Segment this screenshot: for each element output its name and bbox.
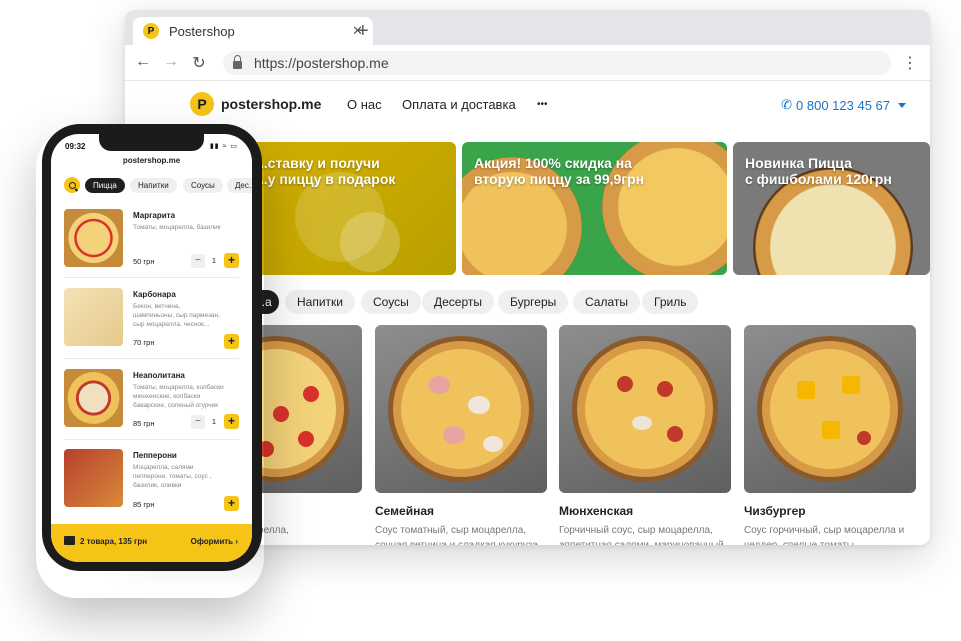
url-text: https://postershop.me (254, 55, 389, 71)
nav-more-icon[interactable]: ••• (537, 99, 548, 110)
list-item[interactable]: Маргарита Томаты, моцарелла, базилик 50 … (64, 209, 244, 279)
forward-icon[interactable]: → (161, 53, 181, 71)
favicon-icon: P (143, 23, 159, 39)
decrease-button[interactable]: − (191, 415, 205, 429)
list-item[interactable]: Карбонара Бекон, ветчина, шампиньоны, сы… (64, 288, 244, 358)
category-drinks[interactable]: Напитки (285, 290, 355, 314)
phone-icon: ✆ (781, 97, 793, 112)
browser-tab[interactable]: P Postershop ✕ (133, 17, 373, 45)
add-button[interactable]: + (224, 334, 239, 349)
product-image (64, 209, 123, 267)
product-desc: Горчичный соус, сыр моцарелла, аппетитна… (559, 525, 724, 545)
banner-text: Новинка Пицца с фишболами 120грн (745, 155, 892, 187)
product-title: Пепперони (133, 451, 177, 460)
status-icons: ▮▮ ≈ ▭ (209, 143, 238, 150)
product-price: 70 грн (133, 338, 155, 347)
banner-text: Акция! 100% скидка на вторую пиццу за 99… (474, 155, 645, 187)
phone-number: 0 800 123 45 67 (796, 97, 890, 113)
banner-text: ...ставку и получи ...у пиццу в подарок (256, 155, 396, 187)
category-burgers[interactable]: Бургеры (498, 290, 569, 314)
new-tab-icon[interactable]: + (357, 19, 369, 43)
mobile-category-sauces[interactable]: Соусы (183, 178, 223, 193)
browser-toolbar: ← → ↻ https://postershop.me ⋮ (125, 45, 930, 81)
promo-banner-new[interactable]: Новинка Пицца с фишболами 120грн (733, 142, 930, 275)
product-desc: Соус горчичный, сыр моцарелла и чеддер, … (744, 525, 905, 545)
product-title: Семейная (375, 504, 435, 518)
product-card[interactable]: Мюнхенская Горчичный соус, сыр моцарелла… (559, 325, 731, 545)
product-title: Маргарита (133, 211, 176, 220)
nav-about[interactable]: О нас (347, 97, 382, 112)
cart-icon (64, 536, 75, 545)
category-sauces[interactable]: Соусы (361, 290, 421, 314)
increase-button[interactable]: + (224, 253, 239, 268)
site-header: P postershop.me О нас Оплата и доставка … (125, 82, 930, 132)
list-item[interactable]: Неаполитана Томаты, моцарелла, колбаски … (64, 369, 244, 439)
phone-link[interactable]: ✆ 0 800 123 45 67 (781, 97, 906, 113)
divider (64, 277, 239, 278)
product-price: 85 грн (133, 500, 155, 509)
category-desserts[interactable]: Десерты (422, 290, 495, 314)
divider (64, 358, 239, 359)
nav-payment-delivery[interactable]: Оплата и доставка (402, 97, 516, 112)
quantity-value: 1 (211, 417, 217, 426)
list-item[interactable]: Пепперони Моцарелла, салями пепперони, т… (64, 449, 244, 519)
product-image (559, 325, 731, 493)
product-price: 50 грн (133, 257, 155, 266)
category-salads[interactable]: Салаты (573, 290, 641, 314)
product-image (744, 325, 916, 493)
increase-button[interactable]: + (224, 414, 239, 429)
checkout-button[interactable]: Оформить › (191, 537, 238, 546)
menu-kebab-icon[interactable]: ⋮ (902, 53, 918, 73)
product-title: Чизбургер (744, 504, 806, 518)
address-bar[interactable]: https://postershop.me (223, 51, 891, 75)
reload-icon[interactable]: ↻ (189, 53, 209, 73)
product-desc: Томаты, моцарелла, базилик (133, 224, 221, 231)
mobile-category-desserts[interactable]: Дес... (227, 178, 252, 193)
promo-banner-discount[interactable]: Акция! 100% скидка на вторую пиццу за 99… (462, 142, 727, 275)
product-desc: Бекон, ветчина, шампиньоны, сыр пармезан… (133, 303, 220, 328)
product-image (64, 288, 123, 346)
product-card[interactable]: Чизбургер Соус горчичный, сыр моцарелла … (744, 325, 916, 545)
cart-summary: 2 товара, 135 грн (80, 537, 148, 546)
lock-icon (233, 54, 242, 69)
product-image (64, 369, 123, 427)
mobile-site-title: postershop.me (122, 156, 181, 165)
quantity-value: 1 (211, 256, 217, 265)
phone-notch (99, 134, 204, 151)
status-time: 09:32 (65, 142, 86, 151)
product-card[interactable]: Семейная Соус томатный, сыр моцарелла, с… (375, 325, 547, 545)
product-desc: Соус томатный, сыр моцарелла, сочная вет… (375, 525, 541, 545)
product-title: Карбонара (133, 290, 176, 299)
product-image (64, 449, 123, 507)
decrease-button[interactable]: − (191, 254, 205, 268)
product-price: 85 грн (133, 419, 155, 428)
logo-text[interactable]: postershop.me (221, 96, 321, 112)
phone-screen: 09:32 ▮▮ ≈ ▭ postershop.me Пицца Напитки… (51, 134, 252, 562)
back-icon[interactable]: ← (133, 53, 153, 71)
product-image (375, 325, 547, 493)
category-grill[interactable]: Гриль (642, 290, 699, 314)
search-icon[interactable] (64, 177, 80, 193)
tab-strip: P Postershop ✕ + (125, 10, 930, 45)
product-title: Неаполитана (133, 371, 185, 380)
chevron-down-icon (898, 102, 906, 108)
cart-bar[interactable]: 2 товара, 135 грн Оформить › (51, 524, 252, 562)
product-title: Мюнхенская (559, 504, 634, 518)
mobile-category-pizza[interactable]: Пицца (85, 178, 125, 193)
product-desc: Моцарелла, салями пепперони, томаты, соу… (133, 464, 212, 489)
logo-icon[interactable]: P (190, 92, 214, 116)
product-desc: Томаты, моцарелла, колбаски мюнхенские, … (133, 384, 224, 409)
tab-title: Postershop (169, 23, 235, 39)
add-button[interactable]: + (224, 496, 239, 511)
mobile-category-drinks[interactable]: Напитки (130, 178, 177, 193)
divider (64, 439, 239, 440)
